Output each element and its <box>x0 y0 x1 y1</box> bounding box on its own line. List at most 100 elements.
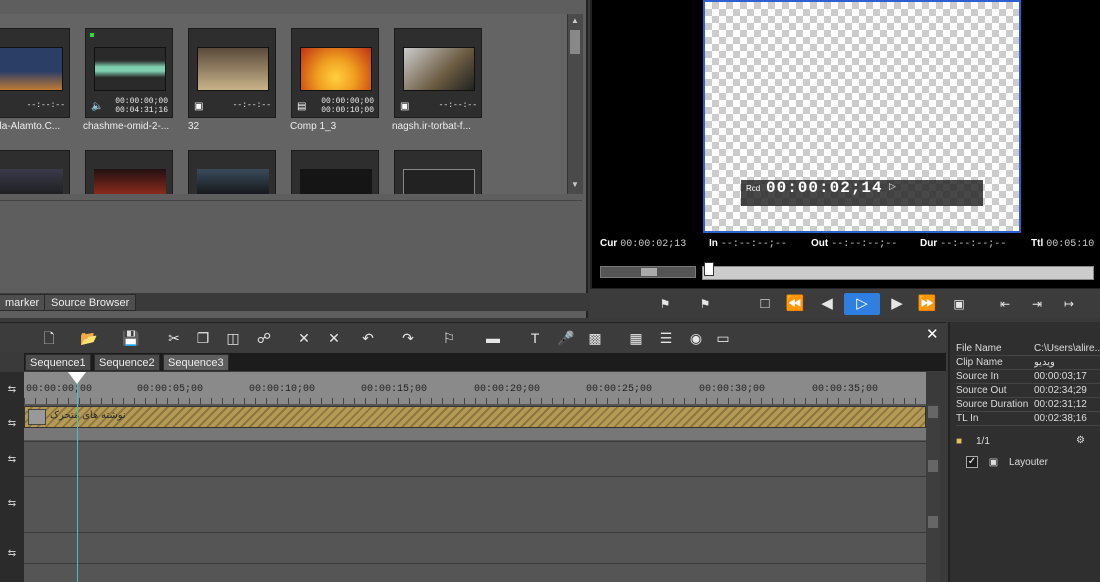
dur-value: --:--:--;-- <box>940 239 1007 250</box>
grid-icon[interactable]: ▦ <box>625 328 647 348</box>
paste-icon[interactable]: ◫ <box>222 328 244 348</box>
camera-icon: ▣ <box>194 101 204 112</box>
link-icon[interactable]: ☍ <box>253 328 275 348</box>
status-dot <box>90 33 94 37</box>
clip-thumbnail[interactable] <box>85 150 173 194</box>
clip-timecode: --:--:-- <box>232 101 271 110</box>
clip-thumb-image <box>0 169 63 194</box>
in-label: In <box>709 238 718 249</box>
info-key: File Name <box>956 343 1002 354</box>
info-row: Clip Name ویدیو <box>956 356 1100 370</box>
mixer-icon[interactable]: ☰ <box>655 328 677 348</box>
step-forward-icon[interactable]: ▶ <box>886 293 908 315</box>
clip-timecode-in: 00:00:00;00 <box>115 97 168 106</box>
clip-thumbnail[interactable] <box>0 150 70 194</box>
play-icon[interactable]: ▷ <box>844 293 880 315</box>
clip-thumbnail[interactable]: ▤ 00:00:00;00 00:00:10;00 <box>291 28 379 118</box>
clip-thumb-icon <box>28 409 46 425</box>
render-icon[interactable]: ▩ <box>584 328 606 348</box>
snap-icon[interactable]: ▬ <box>482 328 504 348</box>
new-icon[interactable]: 🗋 <box>38 328 60 348</box>
copy-icon[interactable]: ❐ <box>192 328 214 348</box>
info-value: ویدیو <box>1034 357 1055 368</box>
tab-source-browser[interactable]: Source Browser <box>44 294 137 311</box>
trim-icon[interactable]: ↦ <box>1058 293 1080 315</box>
track-toggle-icon[interactable]: ⇆ <box>2 454 22 465</box>
layer-checkbox[interactable]: ✓ <box>966 456 978 468</box>
clip-name: ala-Alamto.C... <box>0 121 61 132</box>
scroll-thumb[interactable] <box>570 30 580 54</box>
timeline-toolbar: 🗋 📂 💾 ✂ ❐ ◫ ☍ ✕ ✕ ↶ ↷ ⚐ ▬ T 🎤 ▩ ▦ ☰ ◉ ▭ <box>0 322 946 352</box>
set-in-icon[interactable]: ⚑ <box>654 293 676 315</box>
tab-marker[interactable]: marker <box>0 294 47 311</box>
tab-sequence2[interactable]: Sequence2 <box>94 354 160 371</box>
info-row: Source Out 00:02:34;29 <box>956 384 1100 398</box>
export-icon[interactable]: ▭ <box>712 328 734 348</box>
settings-icon[interactable]: ⚙ <box>1076 435 1085 446</box>
clip-thumb-image <box>197 169 269 194</box>
open-icon[interactable]: 📂 <box>78 328 100 348</box>
ttl-value: 00:05:10 <box>1046 239 1095 250</box>
timeline-scrollbar[interactable] <box>926 404 940 582</box>
info-key: Source In <box>956 371 999 382</box>
tab-sequence1[interactable]: Sequence1 <box>25 354 91 371</box>
folder-icon: ■ <box>956 436 963 447</box>
scrub-bar[interactable] <box>702 266 1094 280</box>
clip-thumbnail[interactable]: ▣ --:--:-- <box>0 28 70 118</box>
scroll-thumb[interactable] <box>928 406 938 418</box>
save-icon[interactable]: 💾 <box>120 328 142 348</box>
scroll-up-icon[interactable]: ▲ <box>570 16 580 26</box>
clip-thumbnail[interactable] <box>394 150 482 194</box>
divider <box>0 200 582 201</box>
playhead-line[interactable] <box>77 372 78 582</box>
marker-icon[interactable]: ⚐ <box>438 328 460 348</box>
color-icon[interactable]: ◉ <box>685 328 707 348</box>
rewind-icon[interactable]: ⏪ <box>784 293 806 315</box>
scroll-thumb[interactable] <box>928 460 938 472</box>
set-out-icon[interactable]: ⚑ <box>694 293 716 315</box>
clip-thumbnail[interactable]: 🔈 00:00:00;00 00:04:31;16 <box>85 28 173 118</box>
fast-forward-icon[interactable]: ⏩ <box>916 293 938 315</box>
insert-icon[interactable]: ⇤ <box>994 293 1016 315</box>
playhead-handle[interactable] <box>68 372 86 384</box>
track-toggle-icon[interactable]: ⇆ <box>2 384 22 395</box>
scroll-down-icon[interactable]: ▼ <box>570 180 580 190</box>
timeline-clip[interactable] <box>24 406 926 428</box>
title-clip-icon <box>403 169 475 194</box>
step-back-icon[interactable]: ◀ <box>816 293 838 315</box>
close-icon[interactable]: ✕ <box>926 325 939 343</box>
ripple-delete-icon[interactable]: ✕ <box>323 328 345 348</box>
cut-icon[interactable]: ✂ <box>163 328 185 348</box>
monitor-icon[interactable]: ▣ <box>948 293 970 315</box>
track-toggle-icon[interactable]: ⇆ <box>2 418 22 429</box>
zoom-slider-thumb[interactable] <box>641 268 657 276</box>
bin-scrollbar[interactable]: ▲ ▼ <box>567 14 583 194</box>
stop-icon[interactable]: □ <box>754 293 776 315</box>
overwrite-icon[interactable]: ⇥ <box>1026 293 1048 315</box>
redo-icon[interactable]: ↷ <box>397 328 419 348</box>
clip-thumbnail[interactable]: ▣ --:--:-- <box>188 28 276 118</box>
bin-tab-bar: marker Source Browser <box>0 293 588 311</box>
tab-sequence3[interactable]: Sequence3 <box>163 354 229 371</box>
scrub-handle[interactable] <box>704 262 714 276</box>
track-toggle-icon[interactable]: ⇆ <box>2 498 22 509</box>
track-row <box>24 428 926 440</box>
mic-icon[interactable]: 🎤 <box>555 328 577 348</box>
clip-timecode-dur: 00:04:31;16 <box>115 106 168 115</box>
layer-item[interactable]: ✓ ▣ Layouter <box>966 456 1048 468</box>
clip-name: Comp 1_3 <box>290 121 337 132</box>
title-icon[interactable]: T <box>524 328 546 348</box>
ttl-label: Ttl <box>1031 238 1044 249</box>
scroll-thumb[interactable] <box>928 516 938 528</box>
clip-thumbnail[interactable] <box>188 150 276 194</box>
clip-thumbnail[interactable] <box>291 150 379 194</box>
delete-icon[interactable]: ✕ <box>293 328 315 348</box>
zoom-slider[interactable] <box>600 266 696 278</box>
camera-icon: ▣ <box>400 101 410 112</box>
timeline-ruler[interactable]: 00:00:00;00 00:00:05;00 00:00:10;00 00:0… <box>24 372 926 404</box>
ruler-label: 00:00:10;00 <box>249 384 316 395</box>
undo-icon[interactable]: ↶ <box>357 328 379 348</box>
track-toggle-icon[interactable]: ⇆ <box>2 548 22 559</box>
ruler-label: 00:00:35;00 <box>812 384 879 395</box>
clip-thumbnail[interactable]: ▣ --:--:-- <box>394 28 482 118</box>
